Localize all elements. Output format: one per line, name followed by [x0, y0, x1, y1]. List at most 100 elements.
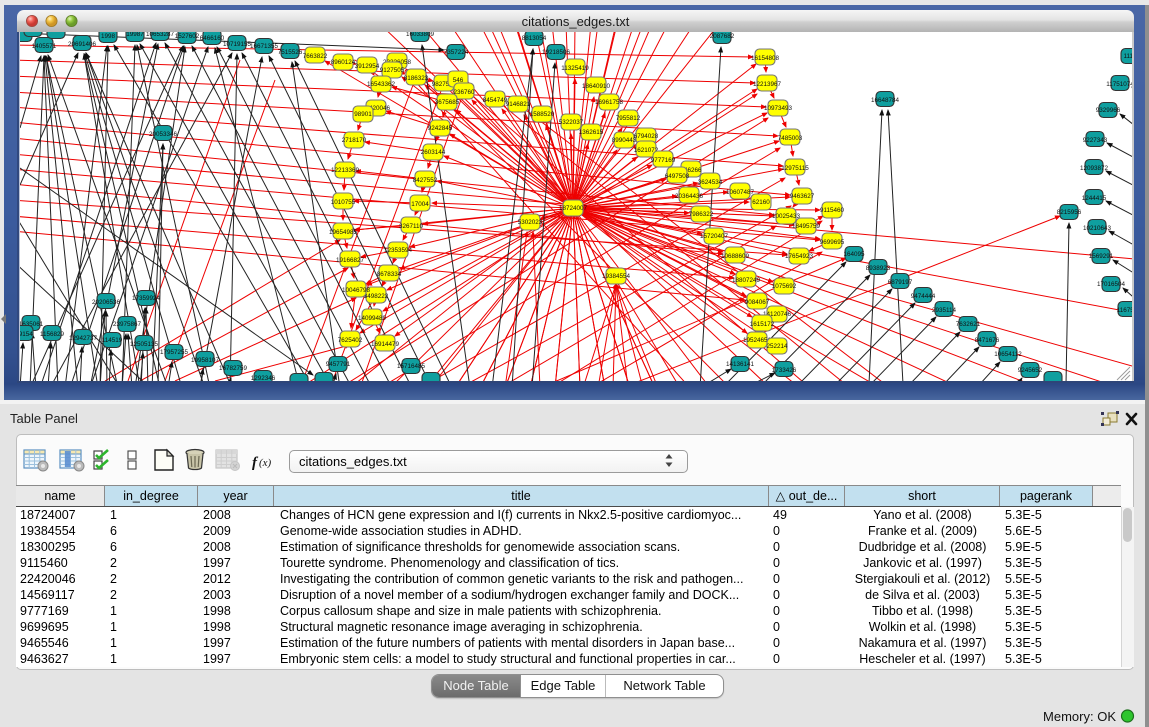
svg-text:10607487: 10607487	[726, 189, 755, 196]
svg-text:16648784: 16648784	[871, 97, 900, 104]
svg-text:3624534: 3624534	[698, 179, 723, 186]
svg-text:11325419: 11325419	[561, 65, 589, 72]
svg-text:18807249: 18807249	[732, 277, 761, 284]
svg-text:10973493: 10973493	[764, 105, 793, 112]
svg-text:10654112: 10654112	[994, 351, 1022, 358]
svg-text:12353594: 12353594	[384, 247, 413, 254]
svg-text:14136141: 14136141	[726, 361, 755, 368]
svg-text:5302023: 5302023	[518, 219, 543, 226]
svg-text:12213369: 12213369	[331, 167, 360, 174]
svg-text:8427552: 8427552	[413, 177, 438, 184]
svg-text:6879197: 6879197	[888, 279, 913, 286]
svg-text:10653287: 10653287	[146, 32, 175, 38]
svg-text:7986322: 7986322	[689, 211, 714, 218]
svg-text:16543362: 16543362	[367, 81, 396, 88]
svg-text:1292346: 1292346	[251, 375, 276, 381]
svg-text:2718170: 2718170	[342, 137, 367, 144]
svg-text:7632621: 7632621	[956, 321, 981, 328]
svg-text:18640910: 18640910	[582, 83, 611, 90]
svg-text:19384554: 19384554	[602, 273, 631, 280]
svg-text:1733426: 1733426	[772, 367, 797, 374]
svg-text:236760: 236760	[453, 89, 475, 96]
svg-text:16671355: 16671355	[250, 43, 279, 50]
svg-text:17359924: 17359924	[132, 295, 161, 302]
svg-text:10046798: 10046798	[342, 287, 371, 294]
svg-text:16154808: 16154808	[751, 55, 780, 62]
svg-text:2603144: 2603144	[421, 149, 446, 156]
svg-text:17957255: 17957255	[160, 349, 189, 356]
svg-text:9245652: 9245652	[1018, 367, 1043, 374]
svg-text:23975867: 23975867	[113, 321, 142, 328]
svg-text:12505135: 12505135	[130, 341, 159, 348]
svg-text:12975115: 12975115	[781, 165, 809, 172]
svg-text:20206536: 20206536	[92, 299, 121, 306]
svg-text:9242845: 9242845	[428, 125, 453, 132]
svg-text:114519: 114519	[102, 337, 123, 344]
svg-text:12093872: 12093872	[1080, 165, 1109, 172]
svg-text:39154: 39154	[20, 331, 33, 338]
svg-text:1244415: 1244415	[1082, 195, 1107, 202]
svg-text:20691406: 20691406	[68, 41, 97, 48]
svg-text:2087682: 2087682	[710, 33, 735, 40]
svg-text:16033809: 16033809	[406, 32, 435, 38]
svg-text:6794028: 6794028	[634, 133, 659, 140]
svg-text:8938923: 8938923	[866, 265, 891, 272]
svg-text:6497508: 6497508	[665, 173, 690, 180]
svg-text:164095: 164095	[843, 251, 865, 258]
svg-text:9777169: 9777169	[651, 157, 676, 164]
svg-text:7663822: 7663822	[303, 53, 328, 60]
svg-text:5322037: 5322037	[559, 119, 584, 126]
svg-text:9146821: 9146821	[506, 101, 531, 108]
svg-text:2935114: 2935114	[932, 307, 957, 314]
svg-text:11751074: 11751074	[1106, 81, 1132, 88]
svg-text:15720407: 15720407	[700, 233, 729, 240]
svg-text:3912954: 3912954	[355, 63, 380, 70]
svg-text:10210643: 10210643	[1083, 225, 1112, 232]
svg-text:10719155: 10719155	[223, 41, 252, 48]
svg-text:16782759: 16782759	[219, 365, 248, 372]
svg-text:116753: 116753	[1117, 307, 1132, 314]
svg-text:3267110: 3267110	[399, 223, 424, 230]
svg-text:18724007: 18724007	[559, 205, 588, 212]
svg-text:9457791: 9457791	[326, 361, 351, 368]
svg-text:17654923: 17654923	[785, 253, 814, 260]
svg-text:15716485: 15716485	[397, 363, 426, 370]
svg-text:9084067: 9084067	[745, 299, 770, 306]
svg-text:9699695: 9699695	[820, 239, 845, 246]
svg-text:1010755: 1010755	[331, 199, 356, 206]
svg-text:19987: 19987	[126, 32, 144, 38]
svg-text:7357224: 7357224	[444, 49, 469, 56]
svg-text:20364436: 20364436	[675, 193, 704, 200]
svg-text:(x): (x)	[259, 457, 272, 469]
svg-text:17016504: 17016504	[1097, 281, 1126, 288]
svg-text:1075692: 1075692	[772, 283, 797, 290]
svg-text:19654985: 19654985	[329, 229, 358, 236]
svg-text:19166827: 19166827	[336, 257, 365, 264]
svg-text:17004: 17004	[411, 201, 429, 208]
svg-text:252214: 252214	[766, 343, 788, 350]
svg-text:9115460: 9115460	[820, 207, 845, 214]
svg-text:1569291: 1569291	[1089, 253, 1114, 260]
svg-text:62160: 62160	[752, 199, 770, 206]
svg-text:7485003: 7485003	[778, 135, 803, 142]
svg-text:7515526: 7515526	[278, 49, 303, 56]
svg-text:16961758: 16961758	[595, 99, 624, 106]
svg-text:6466160: 6466160	[200, 35, 225, 42]
svg-text:1615172: 1615172	[750, 321, 775, 328]
svg-text:18495759: 18495759	[792, 223, 821, 230]
svg-text:1405571: 1405571	[32, 43, 57, 50]
svg-text:1998: 1998	[101, 33, 116, 40]
svg-text:9227343: 9227343	[1083, 137, 1108, 144]
svg-text:7955812: 7955812	[616, 115, 641, 122]
svg-text:9474444: 9474444	[911, 293, 936, 300]
svg-text:3498222: 3498222	[364, 293, 389, 300]
svg-text:8471676: 8471676	[975, 337, 1000, 344]
svg-text:12942737: 12942737	[69, 335, 98, 342]
svg-text:1588520: 1588520	[530, 111, 555, 118]
svg-text:10025433: 10025433	[772, 213, 801, 220]
svg-text:1156829: 1156829	[40, 331, 65, 338]
svg-text:10688609: 10688609	[721, 253, 750, 260]
svg-text:9463627: 9463627	[790, 193, 815, 200]
svg-text:19218506: 19218506	[542, 49, 571, 56]
svg-text:f: f	[252, 455, 259, 471]
